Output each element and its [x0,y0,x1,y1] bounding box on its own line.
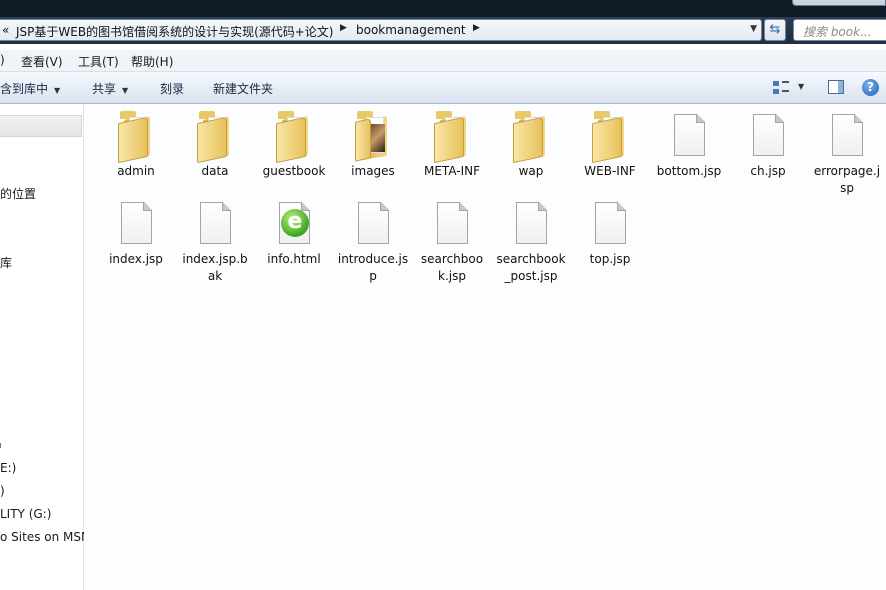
search-input[interactable]: 搜索 book... [793,19,886,41]
file-name: META-INF [423,164,481,178]
file-item[interactable]: top.jsp [574,198,646,268]
document-icon [191,198,239,248]
folder-icon [112,110,160,164]
folder-item[interactable]: images [337,110,409,180]
file-name: searchbook_post.jsp [496,252,566,283]
file-name: images [351,164,395,178]
chevron-down-icon: ▼ [122,86,129,95]
file-name: info.html [267,252,321,266]
search-placeholder: 搜索 book... [803,25,872,39]
breadcrumb-overflow[interactable]: « [2,23,9,37]
file-name: WEB-INF [584,164,636,178]
nav-item-drive-e[interactable]: E:) [0,461,16,475]
share-button[interactable]: 共享 ▼ [92,80,128,97]
nav-item-libraries[interactable]: 库 [0,254,12,271]
refresh-icon[interactable]: ⇆ [764,19,786,41]
file-name: searchbook.jsp [420,252,484,283]
nav-item-drive-f[interactable]: ) [0,484,5,498]
html-file-icon: e [270,198,318,248]
breadcrumb-arrow-icon[interactable]: ▶ [340,23,347,33]
address-bar[interactable]: « JSP基于WEB的图书馆借阅系统的设计与实现(源代码+论文) ▶ bookm… [0,19,762,41]
breadcrumb-project-folder[interactable]: JSP基于WEB的图书馆借阅系统的设计与实现(源代码+论文) [16,23,334,40]
file-name: introduce.jsp [337,252,409,283]
folder-icon [270,110,318,164]
file-item[interactable]: errorpage.jsp [811,110,883,197]
file-name: bottom.jsp [656,164,722,178]
folder-icon [191,110,239,164]
folder-icon [428,110,476,164]
file-name: ch.jsp [750,164,786,178]
favorites-header[interactable] [0,115,82,137]
document-icon [112,198,160,248]
include-in-library-label: 含到库中 [0,82,49,96]
folder-item[interactable]: data [179,110,251,180]
file-list: admin data guestbook images META-INF wap… [84,104,886,590]
help-icon[interactable]: ? [862,79,879,96]
file-item[interactable]: e info.html [258,198,330,268]
file-item[interactable]: index.jsp [100,198,172,268]
file-name: guestbook [262,164,326,178]
chevron-down-icon: ▼ [54,86,61,95]
document-icon [744,110,792,160]
tree-expander[interactable] [0,443,3,448]
burn-button[interactable]: 刻录 [160,80,184,97]
document-icon [665,110,713,160]
file-name: index.jsp.bak [182,252,248,283]
folder-item[interactable]: WEB-INF [574,110,646,180]
folder-with-images-icon [349,110,397,162]
navigation-pane: 的位置 库 E:) ) LITY (G:) o Sites on MSN [0,104,90,590]
file-name: data [201,164,229,178]
address-history-dropdown-icon[interactable]: ▼ [750,24,757,34]
document-icon [823,110,871,160]
file-item[interactable]: bottom.jsp [653,110,725,180]
change-view-icon[interactable] [773,81,789,95]
folder-item[interactable]: admin [100,110,172,180]
browser-e-icon: e [281,209,309,237]
document-icon [428,198,476,248]
menu-item-tools[interactable]: 工具(T) [78,53,119,70]
breadcrumb-bookmanagement[interactable]: bookmanagement [356,23,466,37]
view-options-chevron-icon[interactable]: ▼ [798,82,804,91]
nav-item-locations[interactable]: 的位置 [0,185,36,202]
folder-icon [507,110,555,164]
file-item[interactable]: ch.jsp [732,110,804,180]
document-icon [507,198,555,248]
preview-pane-icon[interactable] [828,80,844,94]
window-controls[interactable] [792,0,886,6]
file-name: wap [518,164,544,178]
menu-item-view[interactable]: 查看(V) [21,53,63,70]
file-item[interactable]: index.jsp.bak [179,198,251,285]
document-icon [349,198,397,248]
file-name: errorpage.jsp [813,164,881,195]
menu-item-help[interactable]: 帮助(H) [131,53,173,70]
file-name: top.jsp [589,252,631,266]
share-label: 共享 [92,82,117,96]
new-folder-button[interactable]: 新建文件夹 [213,80,273,97]
include-in-library-button[interactable]: 含到库中 ▼ [0,80,60,97]
nav-item-drive-g[interactable]: LITY (G:) [0,507,51,521]
nav-item-msn-sites[interactable]: o Sites on MSN [0,530,90,544]
file-item[interactable]: introduce.jsp [337,198,409,285]
file-item[interactable]: searchbook_post.jsp [495,198,567,285]
folder-item[interactable]: wap [495,110,567,180]
breadcrumb-arrow-icon[interactable]: ▶ [473,23,480,33]
folder-item[interactable]: META-INF [416,110,488,180]
file-name: admin [117,164,155,178]
menu-item-partial[interactable]: ) [0,53,5,67]
folder-item[interactable]: guestbook [258,110,330,180]
file-item[interactable]: searchbook.jsp [416,198,488,285]
address-row: « JSP基于WEB的图书馆借阅系统的设计与实现(源代码+论文) ▶ bookm… [0,17,886,44]
folder-icon [586,110,634,164]
command-bar: 含到库中 ▼ 共享 ▼ 刻录 新建文件夹 ▼ ? [0,72,886,104]
menu-bar: ) 查看(V) 工具(T) 帮助(H) [0,50,886,72]
window-title-strip [0,0,886,17]
file-name: index.jsp [109,252,163,266]
document-icon [586,198,634,248]
